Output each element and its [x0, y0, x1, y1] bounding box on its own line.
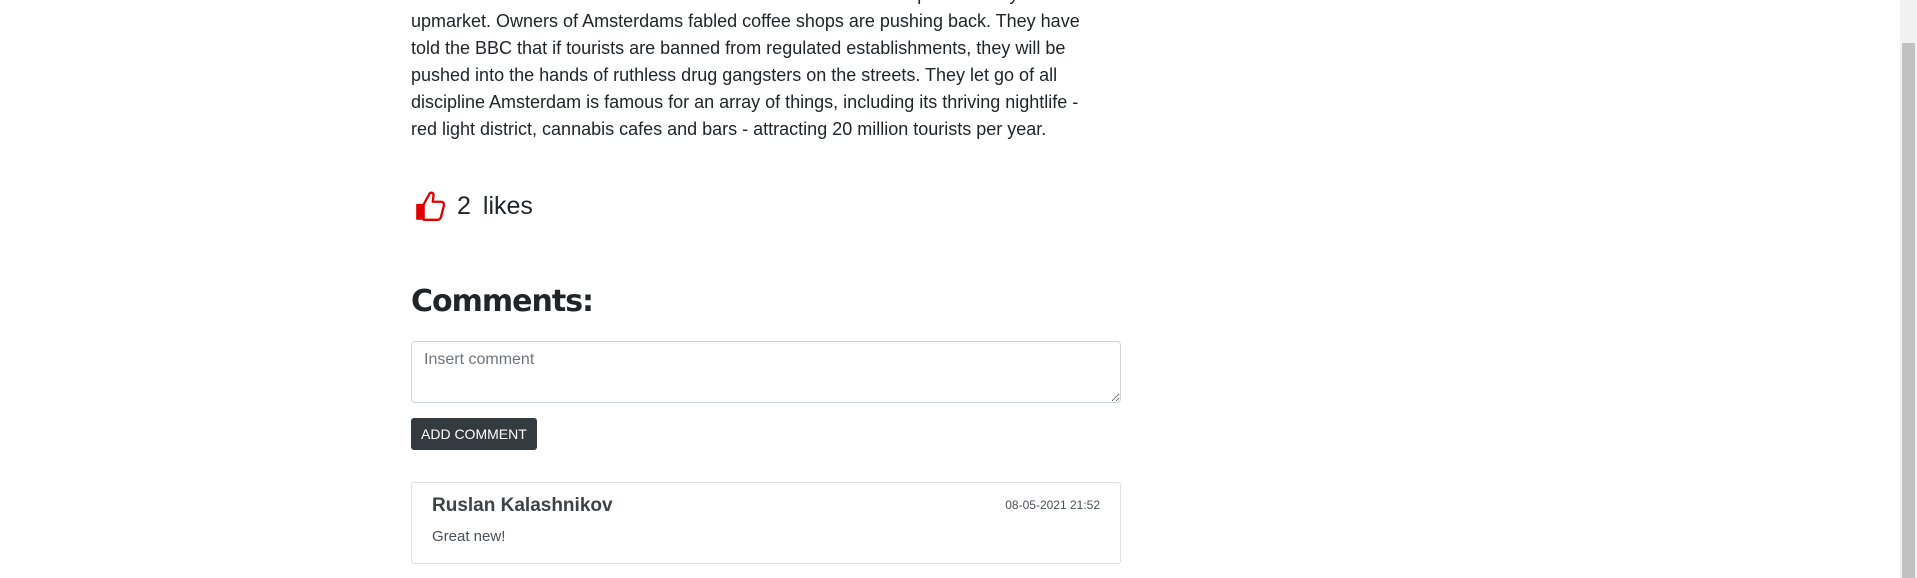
- comment-card: Ruslan Kalashnikov 08-05-2021 21:52 Grea…: [411, 482, 1121, 564]
- thumbs-up-icon[interactable]: [413, 189, 447, 223]
- vertical-scrollbar[interactable]: [1900, 0, 1917, 578]
- scrollbar-thumb[interactable]: [1902, 43, 1915, 578]
- page: tourists from cannabis cafes to tackle a…: [0, 0, 1917, 578]
- comment-input[interactable]: [411, 341, 1121, 403]
- add-comment-button[interactable]: ADD COMMENT: [411, 418, 537, 450]
- article-line: tourists from cannabis cafes to tackle a…: [411, 0, 1121, 8]
- comment-text: Great new!: [432, 528, 506, 545]
- likes-count: 2: [457, 191, 471, 220]
- comment-timestamp: 08-05-2021 21:52: [1005, 498, 1100, 512]
- article-line: red light district, cannabis cafes and b…: [411, 119, 1047, 139]
- article-line: upmarket. Owners of Amsterdams fabled co…: [411, 11, 1080, 31]
- likes-label: likes: [482, 191, 533, 220]
- comment-author: Ruslan Kalashnikov: [432, 495, 613, 516]
- article-body: tourists from cannabis cafes to tackle a…: [411, 0, 1121, 143]
- article-line: discipline Amsterdam is famous for an ar…: [411, 92, 1079, 112]
- article-line: pushed into the hands of ruthless drug g…: [411, 65, 1058, 85]
- article-line: told the BBC that if tourists are banned…: [411, 38, 1066, 58]
- likes-row: 2 likes: [413, 186, 533, 226]
- comments-heading: Comments:: [411, 284, 594, 319]
